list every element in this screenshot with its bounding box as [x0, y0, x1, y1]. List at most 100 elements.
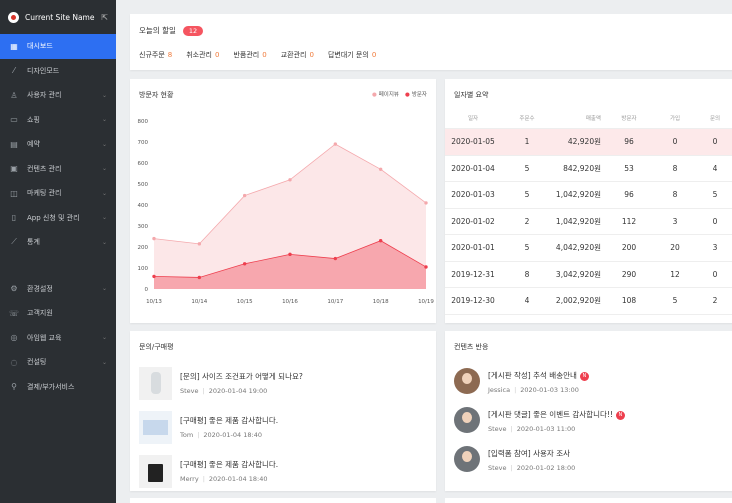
table-cell: 12 [670, 269, 680, 279]
reaction-item[interactable]: [게시판 댓글] 좋은 이벤트 감사합니다!! N Steve | 2020-01-03… [454, 407, 625, 433]
x-tick-label: 10/15 [237, 299, 253, 305]
sidebar-item-3[interactable]: ♙ 사용자 관리 ⌄ [0, 83, 116, 108]
reaction-title-text: [게시판 작성] 추석 배송안내 [488, 371, 577, 380]
x-tick-label: 10/17 [327, 299, 343, 305]
site-header[interactable]: Current Site Name ⇱ [0, 0, 116, 34]
daily-summary-card: 일자별 요약 일자 주문수 매출액 방문자 가입 문의 2020-01-05 1 42,920원… [445, 79, 732, 323]
avatar [454, 407, 480, 433]
table-row[interactable]: 2020-01-04 5 842,920원 53 8 4 [445, 156, 732, 182]
sidebar-item-label: 디자인모드 [27, 66, 60, 75]
sidebar-item-3-settings[interactable]: ◎ 아임웹 교육 ⌄ [0, 326, 116, 351]
reaction-item-meta: Steve | 2020-01-03 11:00 [488, 425, 625, 433]
education-icon: ◎ [10, 333, 18, 343]
sidebar-item-7[interactable]: ◫ 마케팅 관리 ⌄ [0, 181, 116, 206]
reaction-author: Steve [488, 425, 507, 433]
daily-title: 일자별 요약 [454, 91, 489, 99]
sidebar-item-4-settings[interactable]: ◌ 컨설팅 ⌄ [0, 350, 116, 375]
meta-separator: | [510, 425, 513, 433]
new-badge: N [579, 372, 589, 381]
table-cell: 8 [524, 269, 530, 279]
chevron-down-icon: ⌄ [101, 116, 107, 124]
table-cell: 842,920원 [563, 163, 601, 173]
chevron-down-icon: ⌄ [101, 189, 107, 197]
chevron-down-icon: ⌄ [101, 238, 107, 246]
inquiry-date: 2020-01-04 19:00 [208, 387, 268, 395]
sidebar-item-label: 통계 [27, 238, 40, 247]
chevron-down-icon: ⌄ [101, 140, 107, 148]
table-header-row: 일자 주문수 매출액 방문자 가입 문의 [445, 107, 732, 129]
inquiry-item[interactable]: [구매평] 좋은 제품 감사합니다. Merry | 2020-01-04 18:40 [139, 455, 278, 488]
table-cell: 0 [672, 137, 678, 147]
meta-separator: | [510, 464, 513, 472]
sidebar-item-2[interactable]: ⁄ 디자인모드 [0, 59, 116, 84]
x-tick-label: 10/18 [373, 299, 389, 305]
todo-item[interactable]: 답변대기 문의 0 [328, 50, 376, 60]
sidebar-item-1[interactable]: ▦ 대시보드 [0, 34, 116, 59]
sidebar-item-label: 결제/부가서비스 [27, 382, 75, 391]
table-cell: 8 [672, 163, 678, 173]
sidebar-item-8[interactable]: ▯ App 신청 및 관리 ⌄ [0, 206, 116, 231]
sidebar-item-5[interactable]: ▤ 예약 ⌄ [0, 132, 116, 157]
meta-separator: | [202, 387, 205, 395]
table-row[interactable]: 2020-01-05 1 42,920원 96 0 0 [445, 129, 732, 156]
reaction-item[interactable]: [입력폼 참여] 사용자 조사 Steve | 2020-01-02 18:00 [454, 446, 575, 472]
sidebar-item-label: 쇼핑 [27, 115, 40, 124]
chevron-down-icon: ⌄ [101, 334, 107, 342]
table-cell: 1,042,920원 [555, 216, 601, 226]
table-cell: 5 [524, 163, 530, 173]
table-cell: 5 [524, 243, 530, 253]
sidebar-item-2-settings[interactable]: ☏ 고객지원 [0, 301, 116, 326]
reaction-item-title: [게시판 댓글] 좋은 이벤트 감사합니다!! N [488, 409, 625, 420]
inquiry-item[interactable]: [문의] 사이즈 조건표가 어떻게 되나요? Steve | 2020-01-04 1… [139, 367, 303, 400]
sidebar-item-4[interactable]: ▭ 쇼핑 ⌄ [0, 108, 116, 133]
todo-item-label: 반품관리 [233, 51, 260, 59]
sidebar-item-5-settings[interactable]: ⚲ 결제/부가서비스 [0, 375, 116, 400]
table-cell: 96 [624, 137, 634, 147]
table-cell: 0 [712, 137, 718, 147]
reaction-item[interactable]: [게시판 작성] 추석 배송안내 N Jessica | 2020-01-03 13:0… [454, 368, 589, 394]
table-row[interactable]: 2019-12-30 4 2,002,920원 108 5 2 [445, 288, 732, 315]
inquiry-item-meta: Tom | 2020-01-04 18:40 [180, 431, 278, 439]
reaction-card: 컨텐츠 반응 [게시판 작성] 추석 배송안내 N Jessica | 2020-01-… [445, 331, 732, 491]
meta-separator: | [197, 431, 200, 439]
table-cell: 5 [712, 190, 718, 200]
inquiry-item-meta: Merry | 2020-01-04 18:40 [180, 475, 278, 483]
table-cell: 3 [672, 216, 678, 226]
table-cell: 0 [712, 216, 718, 226]
sidebar-item-6[interactable]: ▣ 컨텐츠 관리 ⌄ [0, 157, 116, 182]
todo-item[interactable]: 반품관리 0 [233, 50, 266, 60]
todo-item[interactable]: 신규주문 8 [139, 50, 172, 60]
phone-icon: ▯ [11, 213, 17, 223]
column-header: 매출액 [585, 115, 601, 122]
todo-count-badge: 12 [182, 25, 204, 36]
table-row[interactable]: 2020-01-02 2 1,042,920원 112 3 0 [445, 209, 732, 235]
table-row[interactable]: 2020-01-03 5 1,042,920원 96 8 5 [445, 182, 732, 209]
todo-item[interactable]: 교환관리 0 [281, 50, 314, 60]
chevron-down-icon: ⌄ [101, 91, 107, 99]
table-cell: 2020-01-05 [451, 137, 495, 147]
wand-icon: ⁄ [13, 66, 15, 76]
sidebar-item-label: App 신청 및 관리 [27, 213, 80, 222]
external-link-icon[interactable]: ⇱ [101, 13, 108, 22]
todo-item[interactable]: 취소관리 0 [186, 50, 219, 60]
bottom-card-right [445, 498, 732, 503]
inquiry-item[interactable]: [구매평] 좋은 제품 감사합니다. Tom | 2020-01-04 18:40 [139, 411, 278, 444]
x-tick-label: 10/19 [418, 299, 434, 305]
table-cell: 20 [670, 243, 680, 253]
todo-item-count: 0 [309, 51, 314, 59]
reaction-title-text: [게시판 댓글] 좋은 이벤트 감사합니다!! [488, 410, 613, 419]
sidebar-item-1-settings[interactable]: ⚙ 환경설정 ⌄ [0, 277, 116, 302]
table-row[interactable]: 2019-12-31 8 3,042,920원 290 12 0 [445, 262, 732, 288]
data-point [378, 167, 383, 171]
gear-icon: ⚙ [10, 284, 18, 294]
inquiry-date: 2020-01-04 18:40 [203, 431, 262, 439]
todo-item-count: 8 [167, 51, 173, 59]
product-thumbnail [139, 455, 172, 488]
reaction-title-text: [입력폼 참여] 사용자 조사 [488, 449, 571, 458]
table-row[interactable]: 2020-01-01 5 4,042,920원 200 20 3 [445, 235, 732, 262]
todo-item-count: 0 [215, 51, 220, 59]
data-point [152, 236, 156, 241]
inquiry-item-title: [구매평] 좋은 제품 감사합니다. [180, 416, 279, 425]
table-cell: 2020-01-04 [451, 163, 495, 173]
sidebar-item-9[interactable]: ⟋ 통계 ⌄ [0, 230, 116, 255]
